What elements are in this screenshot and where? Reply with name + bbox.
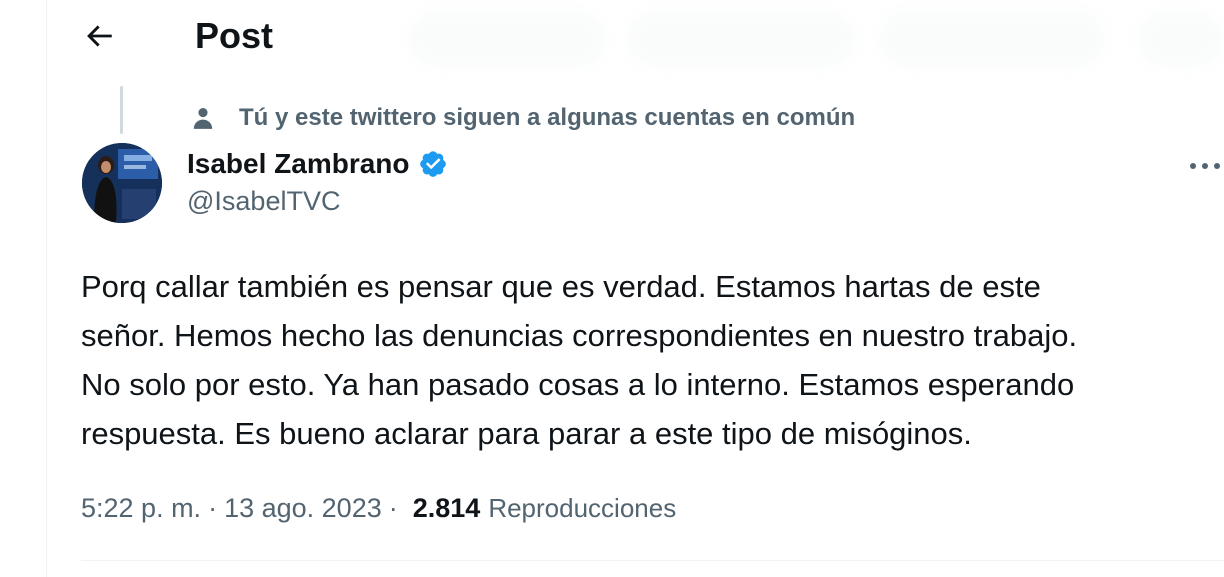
page-header: Post xyxy=(47,0,1224,72)
person-icon xyxy=(189,104,217,132)
meta-separator: · xyxy=(208,492,218,523)
verified-badge-icon[interactable] xyxy=(418,149,448,179)
meta-separator: · xyxy=(388,492,398,523)
views-label: Reproducciones xyxy=(488,492,677,523)
avatar[interactable] xyxy=(82,143,162,223)
tweet-text: Porq callar también es pensar que es ver… xyxy=(81,269,1078,451)
avatar-image xyxy=(82,143,162,223)
arrow-left-icon xyxy=(87,25,112,47)
author-handle[interactable]: @IsabelTVC xyxy=(187,186,340,217)
divider xyxy=(81,560,1224,561)
tweet-meta: 5:22 p. m. · 13 ago. 2023 · 2.814 Reprod… xyxy=(81,486,676,530)
post-page: Post Tú y este twittero siguen a algunas… xyxy=(46,0,1224,577)
more-options-button[interactable] xyxy=(1187,148,1224,184)
social-context-text: Tú y este twittero siguen a algunas cuen… xyxy=(239,104,856,131)
tweet-time[interactable]: 5:22 p. m. xyxy=(81,493,201,524)
blurred-header-element xyxy=(877,10,1107,68)
blurred-header-element xyxy=(407,10,607,68)
tweet-date[interactable]: 13 ago. 2023 xyxy=(224,493,382,524)
author-name[interactable]: Isabel Zambrano xyxy=(187,148,410,180)
social-context: Tú y este twittero siguen a algunas cuen… xyxy=(189,100,855,136)
back-button[interactable] xyxy=(77,14,121,58)
author-name-row: Isabel Zambrano xyxy=(187,144,448,184)
thread-connector-line xyxy=(120,86,123,134)
page-title: Post xyxy=(195,15,274,56)
blurred-header-element xyxy=(627,10,857,68)
more-dots-icon xyxy=(1190,163,1220,169)
views-count: 2.814 xyxy=(412,492,481,523)
blurred-header-element xyxy=(1137,10,1224,68)
